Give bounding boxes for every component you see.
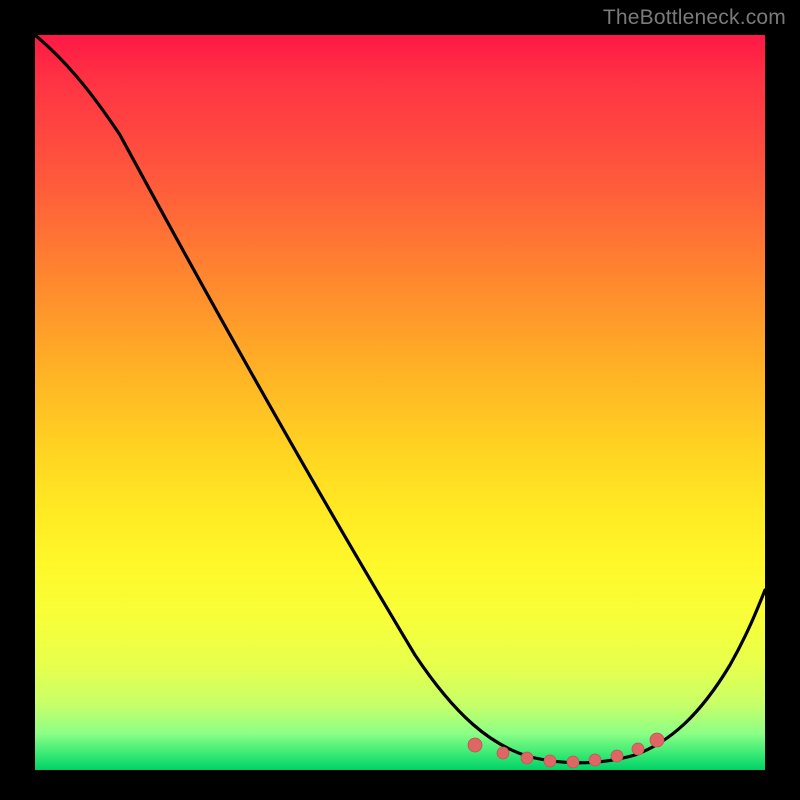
bottleneck-curve <box>35 35 765 763</box>
bottleneck-curve-svg <box>35 35 765 770</box>
plot-area <box>35 35 765 770</box>
watermark-text: TheBottleneck.com <box>603 6 786 30</box>
chart-frame: TheBottleneck.com <box>0 0 800 800</box>
